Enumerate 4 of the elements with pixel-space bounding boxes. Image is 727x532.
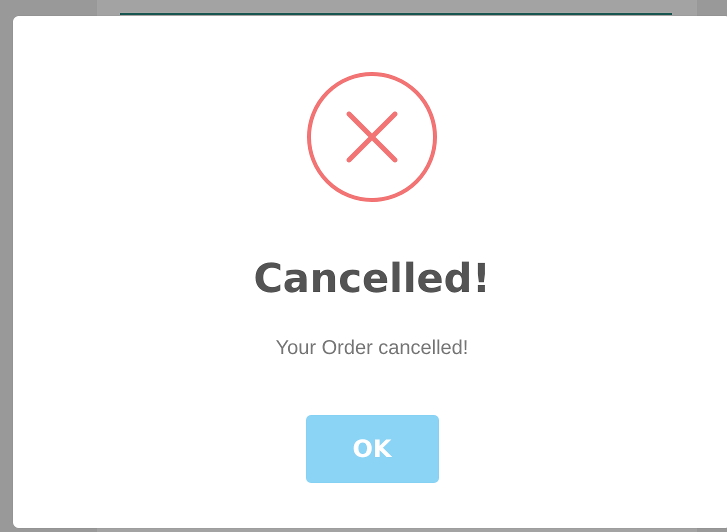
dialog-title: Cancelled!: [253, 255, 491, 303]
error-cross-icon: [306, 71, 438, 203]
dialog-message: Your Order cancelled!: [276, 337, 468, 360]
ok-button[interactable]: OK: [306, 415, 438, 483]
